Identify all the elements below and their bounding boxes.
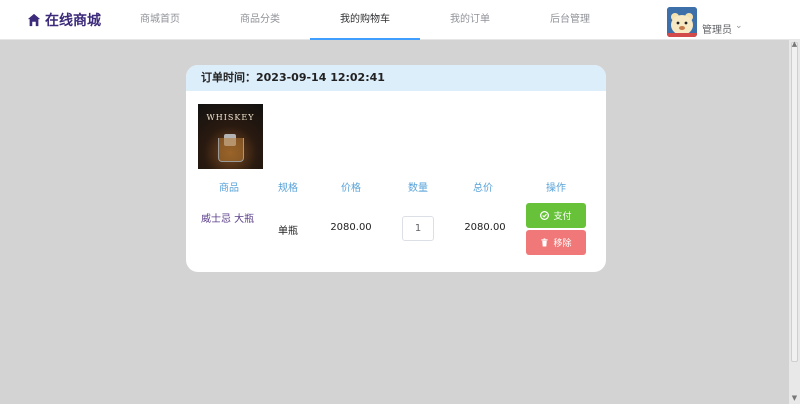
- col-header-product: 商品: [219, 183, 239, 194]
- bear-avatar-icon: [667, 7, 697, 37]
- chevron-down-icon[interactable]: ⌄: [735, 21, 743, 31]
- product-image: WHISKEY: [198, 104, 263, 169]
- order-time-header: 订单时间：2023-09-14 12:02:41: [186, 65, 606, 91]
- order-card: 订单时间：2023-09-14 12:02:41 WHISKEY 商品 规格 价…: [186, 65, 606, 272]
- pay-button[interactable]: 支付: [526, 203, 586, 228]
- nav-cart[interactable]: 我的购物车: [310, 0, 420, 40]
- nav-categories[interactable]: 商品分类: [205, 0, 315, 40]
- remove-button-label: 移除: [553, 239, 572, 249]
- product-image-text: WHISKEY: [206, 113, 255, 122]
- scrollbar-thumb[interactable]: [791, 42, 798, 362]
- trash-icon: [541, 238, 549, 247]
- col-header-actions: 操作: [546, 183, 566, 194]
- scroll-up-icon[interactable]: ▲: [790, 40, 799, 49]
- col-header-total: 总价: [473, 183, 493, 194]
- product-name-link[interactable]: 威士忌 大瓶: [201, 210, 254, 225]
- home-icon: [27, 13, 41, 27]
- nav-orders[interactable]: 我的订单: [415, 0, 525, 40]
- avatar[interactable]: [667, 7, 697, 37]
- pay-button-label: 支付: [553, 212, 572, 222]
- nav-admin[interactable]: 后台管理: [515, 0, 625, 40]
- whiskey-glass-icon: [218, 138, 244, 162]
- pay-icon: [540, 211, 550, 220]
- col-header-spec: 规格: [278, 183, 298, 194]
- product-price: 2080.00: [330, 222, 372, 233]
- user-name[interactable]: 管理员: [702, 21, 732, 36]
- product-spec: 单瓶: [278, 226, 298, 237]
- brand-logo[interactable]: 在线商城: [27, 10, 101, 30]
- nav-home[interactable]: 商城首页: [105, 0, 215, 40]
- scroll-down-icon[interactable]: ▼: [790, 394, 799, 403]
- quantity-input[interactable]: 1: [402, 216, 434, 241]
- brand-name: 在线商城: [45, 13, 101, 29]
- remove-button[interactable]: 移除: [526, 230, 586, 255]
- top-navbar: 在线商城 商城首页 商品分类 我的购物车 我的订单 后台管理 管理员 ⌄: [0, 0, 800, 40]
- col-header-price: 价格: [341, 183, 361, 194]
- col-header-quantity: 数量: [408, 183, 428, 194]
- product-total: 2080.00: [464, 222, 506, 233]
